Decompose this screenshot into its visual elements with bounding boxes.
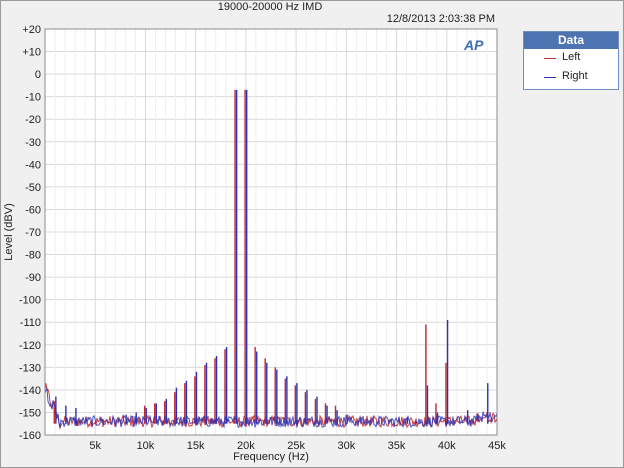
- y-tick-label: -20: [25, 114, 41, 126]
- y-tick-label: -30: [25, 137, 41, 149]
- x-tick-label: 40k: [438, 440, 456, 452]
- y-ticks: +20 +10 0 -10 -20 -30 -40 -50 -60 -70 -80 -90 -100 -1…: [19, 24, 41, 442]
- y-tick-label: +20: [22, 24, 41, 36]
- legend-title: Data: [524, 32, 618, 49]
- y-tick-label: -80: [25, 250, 41, 262]
- legend-item-right[interactable]: Right: [524, 68, 618, 87]
- x-tick-label: 45k: [488, 440, 506, 452]
- y-tick-label: -100: [19, 295, 41, 307]
- y-tick-label: -120: [19, 340, 41, 352]
- y-tick-label: -110: [20, 317, 41, 329]
- y-tick-label: -10: [25, 92, 41, 104]
- x-tick-label: 35k: [388, 440, 406, 452]
- legend-swatch-right: [544, 77, 556, 78]
- legend-label-right: Right: [562, 70, 588, 82]
- y-tick-label: -90: [25, 272, 41, 284]
- x-tick-label: 30k: [337, 440, 355, 452]
- y-tick-label: -130: [19, 362, 41, 374]
- y-tick-label: -50: [25, 182, 41, 194]
- x-tick-label: 10k: [137, 440, 155, 452]
- x-tick-label: 20k: [237, 440, 255, 452]
- x-tick-label: 15k: [187, 440, 205, 452]
- x-ticks: 5k 10k 15k 20k 25k 30k 35k 40k 45k: [89, 440, 506, 452]
- legend-item-left[interactable]: Left: [524, 49, 618, 68]
- legend[interactable]: Data Left Right: [523, 31, 619, 90]
- y-tick-label: -40: [25, 159, 41, 171]
- x-tick-label: 5k: [89, 440, 101, 452]
- y-tick-label: -60: [25, 204, 41, 216]
- y-tick-label: -70: [25, 227, 41, 239]
- y-tick-label: +10: [22, 47, 41, 59]
- ap-logo-icon: AP: [464, 37, 484, 53]
- y-tick-label: 0: [35, 69, 41, 81]
- legend-label-left: Left: [562, 51, 581, 63]
- x-tick-label: 25k: [287, 440, 305, 452]
- y-tick-label: -150: [19, 407, 41, 419]
- y-tick-label: -160: [19, 430, 41, 442]
- y-tick-label: -140: [19, 385, 41, 397]
- legend-swatch-left: [544, 58, 556, 59]
